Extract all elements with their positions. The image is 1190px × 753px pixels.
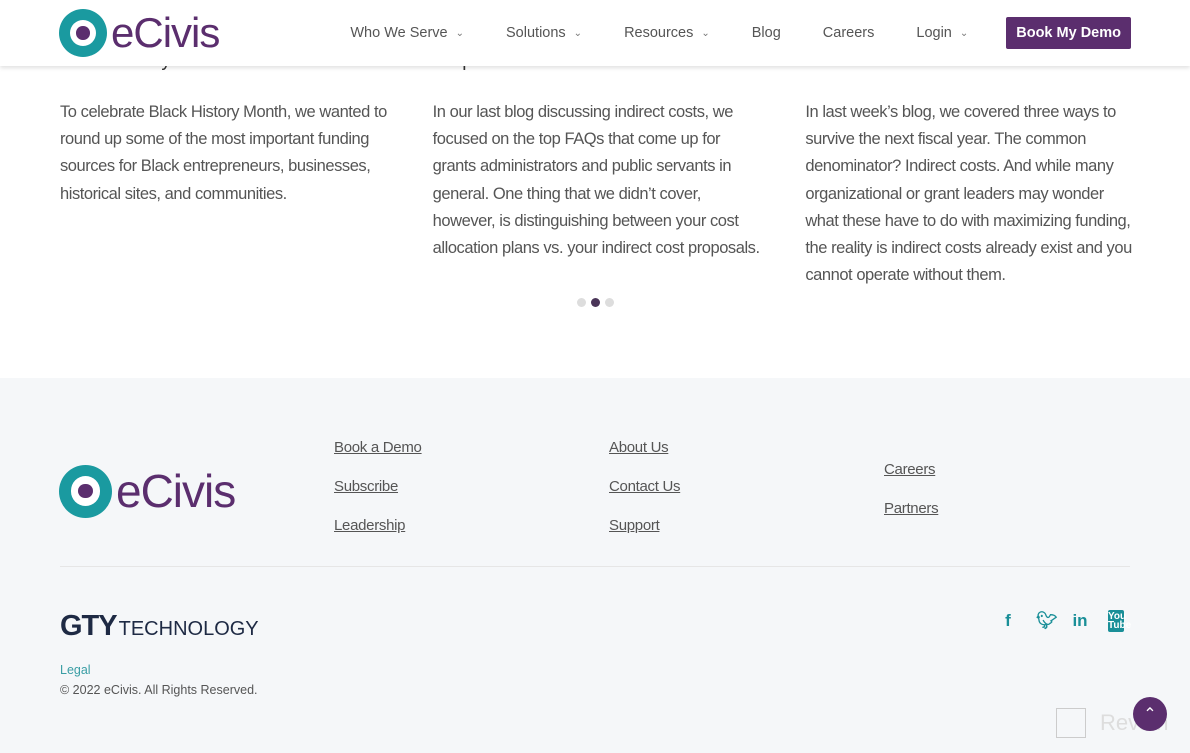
book-my-demo-button[interactable]: Book My Demo	[1006, 17, 1131, 49]
footer-links-col-3: Careers Partners	[884, 461, 939, 517]
nav-label: Solutions	[506, 25, 566, 41]
nav-who-we-serve[interactable]: Who We Serve ⌄	[350, 25, 464, 41]
ecivis-logo[interactable]: eCivis	[59, 9, 220, 57]
site-header: eCivis Who We Serve ⌄ Solutions ⌄ Resource…	[0, 0, 1190, 66]
footer-link-support[interactable]: Support	[609, 517, 680, 534]
chevron-down-icon: ⌄	[455, 27, 465, 39]
footer-link-contact[interactable]: Contact Us	[609, 478, 681, 495]
carousel-dots	[577, 298, 614, 307]
ecivis-logo-icon	[59, 9, 107, 57]
nav-label: Login	[916, 25, 952, 41]
revain-logo-icon	[1056, 708, 1086, 738]
gty-technology-logo[interactable]: GTY TECHNOLOGY	[60, 610, 259, 643]
nav-label: Blog	[751, 25, 781, 41]
scroll-to-top-button[interactable]: ⌃	[1133, 697, 1167, 731]
nav-resources[interactable]: Resources ⌄	[624, 25, 710, 41]
gty-logo-bold: GTY	[60, 610, 118, 642]
chevron-up-icon: ⌃	[1143, 706, 1157, 723]
site-footer: eCivis Book a Demo Subscribe Leadership …	[0, 378, 1190, 753]
facebook-icon[interactable]: f	[1000, 611, 1016, 631]
linkedin-icon[interactable]: in	[1072, 611, 1088, 631]
social-links: f 🐦︎ in You Tube	[1000, 610, 1131, 632]
carousel-dot-1[interactable]	[577, 298, 586, 307]
footer-link-about[interactable]: About Us	[609, 439, 680, 456]
twitter-icon[interactable]: 🐦︎	[1036, 611, 1058, 631]
chevron-down-icon: ⌄	[573, 27, 583, 39]
post-excerpt: To celebrate Black History Month, we wan…	[60, 103, 387, 203]
footer-link-careers[interactable]: Careers	[884, 461, 938, 478]
footer-links-col-1: Book a Demo Subscribe Leadership	[334, 439, 422, 534]
nav-login[interactable]: Login ⌄	[916, 25, 968, 41]
footer-link-book-demo[interactable]: Book a Demo	[334, 439, 422, 456]
main-nav: Who We Serve ⌄ Solutions ⌄ Resources ⌄ Blog…	[308, 0, 1131, 66]
footer-link-leadership[interactable]: Leadership	[334, 517, 422, 534]
carousel-dot-2[interactable]	[591, 298, 600, 307]
gty-logo-text: TECHNOLOGY	[118, 618, 259, 640]
logo-text: eCivis	[111, 9, 220, 56]
footer-link-subscribe[interactable]: Subscribe	[334, 478, 422, 495]
nav-careers[interactable]: Careers	[823, 25, 875, 41]
nav-label: Who We Serve	[350, 25, 448, 41]
footer-divider	[60, 566, 1130, 567]
logo-text: eCivis	[116, 465, 236, 517]
nav-solutions[interactable]: Solutions ⌄	[506, 25, 582, 41]
nav-label: Careers	[822, 25, 875, 41]
copyright: © 2022 eCivis. All Rights Reserved.	[60, 683, 258, 697]
post-excerpt: In last week’s blog, we covered three wa…	[805, 103, 1132, 285]
ecivis-logo-icon	[59, 464, 112, 518]
footer-ecivis-logo[interactable]: eCivis	[59, 464, 236, 518]
footer-links-col-2: About Us Contact Us Support	[609, 439, 681, 534]
nav-blog[interactable]: Blog	[752, 25, 781, 41]
nav-label: Resources	[624, 25, 694, 41]
chevron-down-icon: ⌄	[701, 27, 710, 39]
post-excerpt: In our last blog discussing indirect cos…	[432, 103, 760, 258]
chevron-down-icon: ⌄	[959, 27, 969, 39]
legal-link[interactable]: Legal	[60, 663, 91, 677]
youtube-icon[interactable]: You Tube	[1108, 610, 1131, 632]
footer-link-partners[interactable]: Partners	[884, 500, 939, 517]
carousel-dot-3[interactable]	[605, 298, 614, 307]
